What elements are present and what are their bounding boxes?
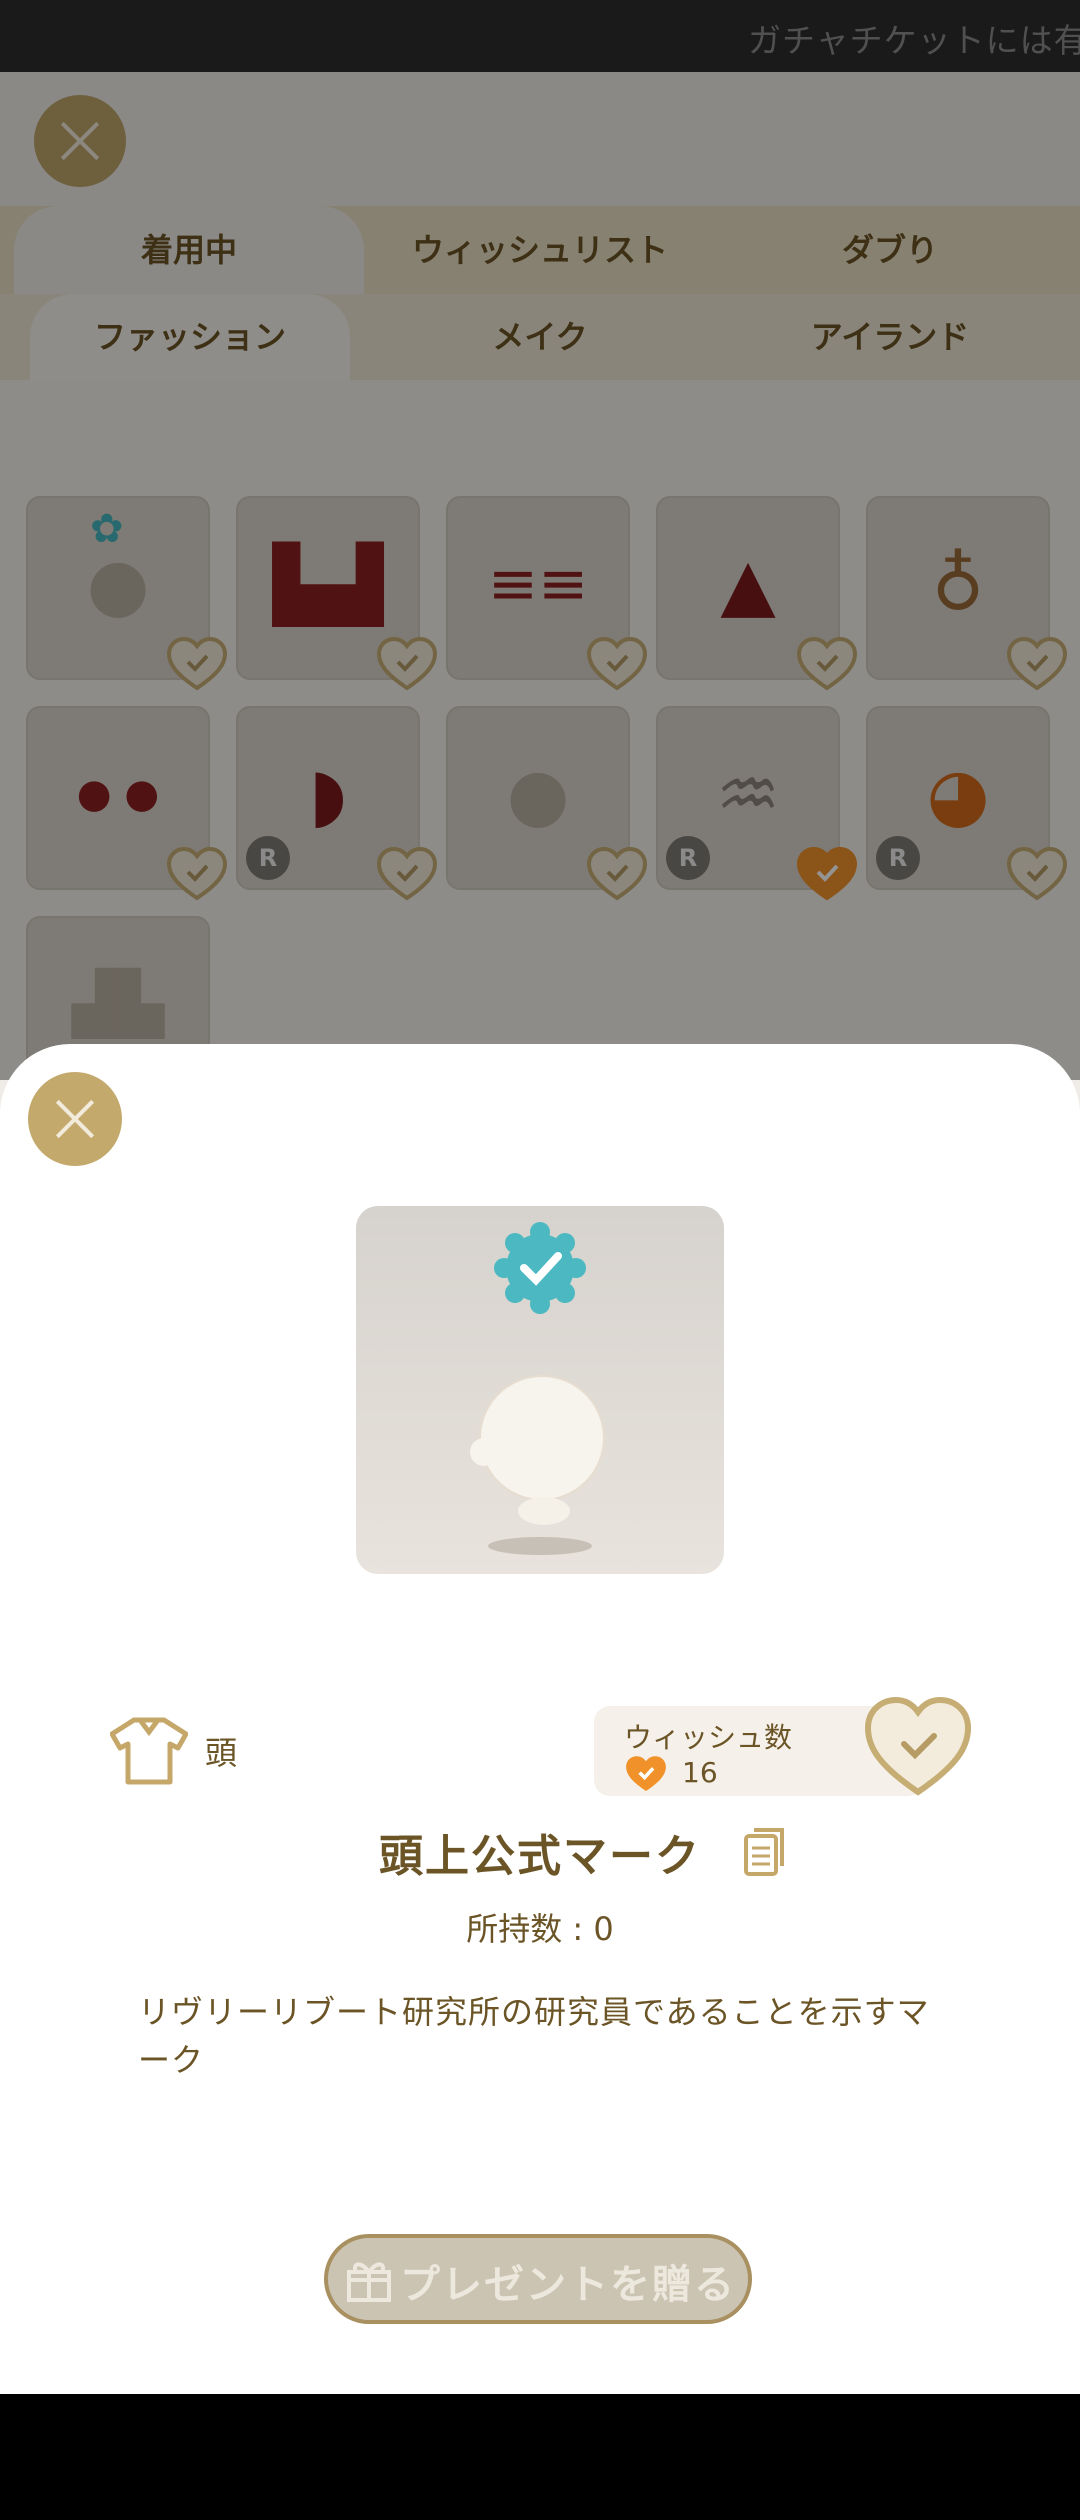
- gift-icon: [347, 2262, 391, 2302]
- category-label: 頭: [205, 1734, 238, 1772]
- item-preview: [356, 1206, 724, 1574]
- item-title: 頭上公式マーク: [379, 1831, 701, 1882]
- copy-icon[interactable]: [742, 1826, 788, 1878]
- sheet-close-button[interactable]: [28, 1072, 122, 1166]
- wish-count-title: ウィッシュ数: [624, 1721, 793, 1754]
- send-present-label: プレゼントを贈る: [400, 2262, 736, 2308]
- app-screen: ガチャチケットには有 着用中 ウィッシュリスト ダブり ファッション メイク ア…: [0, 0, 1080, 2394]
- dim-overlay[interactable]: [0, 0, 1080, 1080]
- wish-count-value: 16: [682, 1756, 718, 1789]
- add-to-wishlist-heart-button[interactable]: [862, 1694, 974, 1798]
- item-preview-image: [470, 1222, 605, 1555]
- shirt-category-icon: [110, 1717, 188, 1785]
- verified-badge-icon: [494, 1222, 586, 1314]
- wish-heart-small-icon: [626, 1756, 666, 1792]
- item-description: リヴリーリブート研究所の研究員であることを示すマーク: [138, 1993, 930, 2079]
- owned-count: 所持数 : 0: [466, 1910, 614, 1948]
- item-detail-sheet: 頭 ウィッシュ数 16 頭上公式マーク 所持数 : 0 リヴリーリブート研究所の…: [0, 1044, 1080, 2394]
- send-present-button[interactable]: プレゼントを贈る: [324, 2234, 752, 2324]
